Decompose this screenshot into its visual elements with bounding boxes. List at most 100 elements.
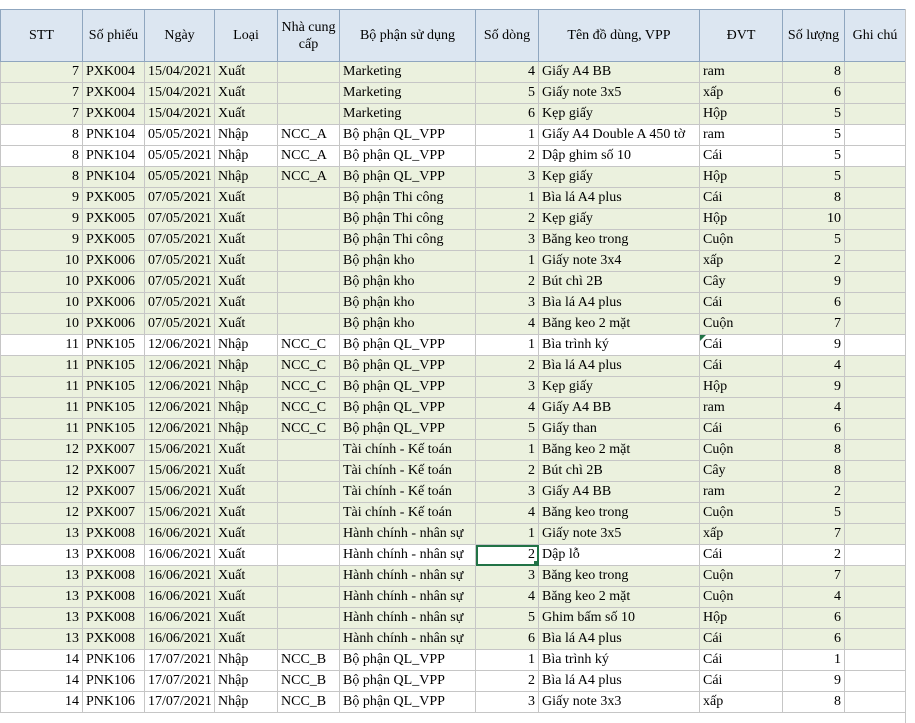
cell-so-phieu[interactable]: PXK006: [82, 250, 145, 272]
cell-so-phieu[interactable]: PNK105: [82, 334, 145, 356]
cell-nha-cung-cap[interactable]: [277, 502, 340, 524]
cell-so-dong[interactable]: 2: [475, 670, 539, 692]
cell-so-luong[interactable]: 4: [782, 355, 845, 377]
cell-ghi-chu[interactable]: [844, 250, 906, 272]
cell-bo-phan[interactable]: Hành chính - nhân sự: [339, 544, 476, 566]
cell-ghi-chu[interactable]: [844, 502, 906, 524]
cell-ngay[interactable]: 16/06/2021: [144, 544, 215, 566]
cell-ngay[interactable]: 07/05/2021: [144, 187, 215, 209]
cell-ghi-chu[interactable]: [844, 691, 906, 713]
cell-nha-cung-cap[interactable]: NCC_A: [277, 166, 340, 188]
cell-bo-phan[interactable]: Bộ phận Thi công: [339, 229, 476, 251]
cell-so-luong[interactable]: 1: [782, 649, 845, 671]
cell-stt[interactable]: 13: [0, 565, 83, 587]
cell-ten-do-dung[interactable]: Bìa lá A4 plus: [538, 187, 700, 209]
cell-bo-phan[interactable]: Hành chính - nhân sự: [339, 628, 476, 650]
cell-so-phieu[interactable]: PXK008: [82, 607, 145, 629]
cell-ngay[interactable]: 12/06/2021: [144, 334, 215, 356]
cell-nha-cung-cap[interactable]: [277, 607, 340, 629]
cell-loai[interactable]: Nhập: [214, 124, 278, 146]
cell-ten-do-dung[interactable]: Kẹp giấy: [538, 166, 700, 188]
cell-ngay[interactable]: 15/06/2021: [144, 502, 215, 524]
cell-ghi-chu[interactable]: [844, 103, 906, 125]
cell-so-luong[interactable]: 8: [782, 460, 845, 482]
cell-so-phieu[interactable]: PXK004: [82, 82, 145, 104]
cell-loai[interactable]: Nhập: [214, 397, 278, 419]
cell-dvt[interactable]: Cuộn: [699, 502, 783, 524]
cell-loai[interactable]: Xuất: [214, 439, 278, 461]
cell-ghi-chu[interactable]: [844, 607, 906, 629]
cell-bo-phan[interactable]: Bộ phận kho: [339, 292, 476, 314]
cell-nha-cung-cap[interactable]: [277, 271, 340, 293]
cell-so-luong[interactable]: 4: [782, 586, 845, 608]
cell-bo-phan[interactable]: Bộ phận kho: [339, 313, 476, 335]
cell-so-luong[interactable]: 6: [782, 628, 845, 650]
cell-bo-phan[interactable]: Hành chính - nhân sự: [339, 565, 476, 587]
cell-so-luong[interactable]: 5: [782, 124, 845, 146]
cell-so-phieu[interactable]: PNK104: [82, 166, 145, 188]
cell-stt[interactable]: 9: [0, 208, 83, 230]
cell-ghi-chu[interactable]: [844, 460, 906, 482]
cell-loai[interactable]: Nhập: [214, 334, 278, 356]
cell-so-luong[interactable]: 5: [782, 166, 845, 188]
cell-ghi-chu[interactable]: [844, 145, 906, 167]
header-so-phieu[interactable]: Số phiếu: [82, 9, 145, 62]
cell-dvt[interactable]: Cuộn: [699, 586, 783, 608]
cell-bo-phan[interactable]: Bộ phận kho: [339, 271, 476, 293]
cell-so-dong[interactable]: 3: [475, 691, 539, 713]
cell-loai[interactable]: Xuất: [214, 271, 278, 293]
header-so-dong[interactable]: Số dòng: [475, 9, 539, 62]
cell-so-luong[interactable]: 6: [782, 82, 845, 104]
cell-dvt[interactable]: Cái: [699, 418, 783, 440]
cell-nha-cung-cap[interactable]: [277, 187, 340, 209]
cell-bo-phan[interactable]: Bộ phận QL_VPP: [339, 691, 476, 713]
cell-ngay[interactable]: 16/06/2021: [144, 628, 215, 650]
cell-ghi-chu[interactable]: [844, 313, 906, 335]
cell-ghi-chu[interactable]: [844, 544, 906, 566]
cell-nha-cung-cap[interactable]: [277, 82, 340, 104]
cell-ten-do-dung[interactable]: Băng keo 2 mặt: [538, 313, 700, 335]
cell-stt[interactable]: 14: [0, 670, 83, 692]
cell-ghi-chu[interactable]: [844, 439, 906, 461]
cell-bo-phan[interactable]: Bộ phận Thi công: [339, 208, 476, 230]
cell-so-phieu[interactable]: PNK106: [82, 670, 145, 692]
cell-so-dong[interactable]: 3: [475, 229, 539, 251]
cell-so-phieu[interactable]: PNK105: [82, 355, 145, 377]
cell-ten-do-dung[interactable]: Băng keo trong: [538, 229, 700, 251]
cell-so-dong[interactable]: 3: [475, 376, 539, 398]
cell-loai[interactable]: Xuất: [214, 523, 278, 545]
cell-so-dong[interactable]: 1: [475, 439, 539, 461]
cell-bo-phan[interactable]: Bộ phận QL_VPP: [339, 166, 476, 188]
cell-so-dong[interactable]: 1: [475, 334, 539, 356]
cell-so-luong[interactable]: 9: [782, 271, 845, 293]
cell-nha-cung-cap[interactable]: [277, 292, 340, 314]
cell-loai[interactable]: Nhập: [214, 418, 278, 440]
cell-ghi-chu[interactable]: [844, 481, 906, 503]
cell-dvt[interactable]: Cuộn: [699, 229, 783, 251]
cell-ten-do-dung[interactable]: Băng keo 2 mặt: [538, 439, 700, 461]
cell-stt[interactable]: 8: [0, 166, 83, 188]
cell-loai[interactable]: Xuất: [214, 502, 278, 524]
cell-ngay[interactable]: 15/06/2021: [144, 439, 215, 461]
cell-stt[interactable]: 13: [0, 544, 83, 566]
cell-so-luong[interactable]: 5: [782, 145, 845, 167]
header-loai[interactable]: Loại: [214, 9, 278, 62]
cell-loai[interactable]: Nhập: [214, 691, 278, 713]
cell-so-phieu[interactable]: PNK104: [82, 124, 145, 146]
cell-stt[interactable]: 7: [0, 61, 83, 83]
cell-ngay[interactable]: 07/05/2021: [144, 313, 215, 335]
cell-dvt[interactable]: Cuộn: [699, 439, 783, 461]
cell-stt[interactable]: 12: [0, 460, 83, 482]
cell-bo-phan[interactable]: Marketing: [339, 61, 476, 83]
cell-bo-phan[interactable]: Tài chính - Kế toán: [339, 439, 476, 461]
cell-so-dong[interactable]: 3: [475, 166, 539, 188]
cell-nha-cung-cap[interactable]: NCC_C: [277, 334, 340, 356]
cell-ten-do-dung[interactable]: Giấy A4 Double A 450 tờ: [538, 124, 700, 146]
cell-nha-cung-cap[interactable]: NCC_C: [277, 418, 340, 440]
cell-stt[interactable]: 11: [0, 418, 83, 440]
cell-ten-do-dung[interactable]: Giấy A4 BB: [538, 397, 700, 419]
cell-so-dong[interactable]: 2: [475, 208, 539, 230]
cell-nha-cung-cap[interactable]: [277, 460, 340, 482]
cell-so-luong[interactable]: 8: [782, 691, 845, 713]
cell-so-phieu[interactable]: PNK105: [82, 397, 145, 419]
